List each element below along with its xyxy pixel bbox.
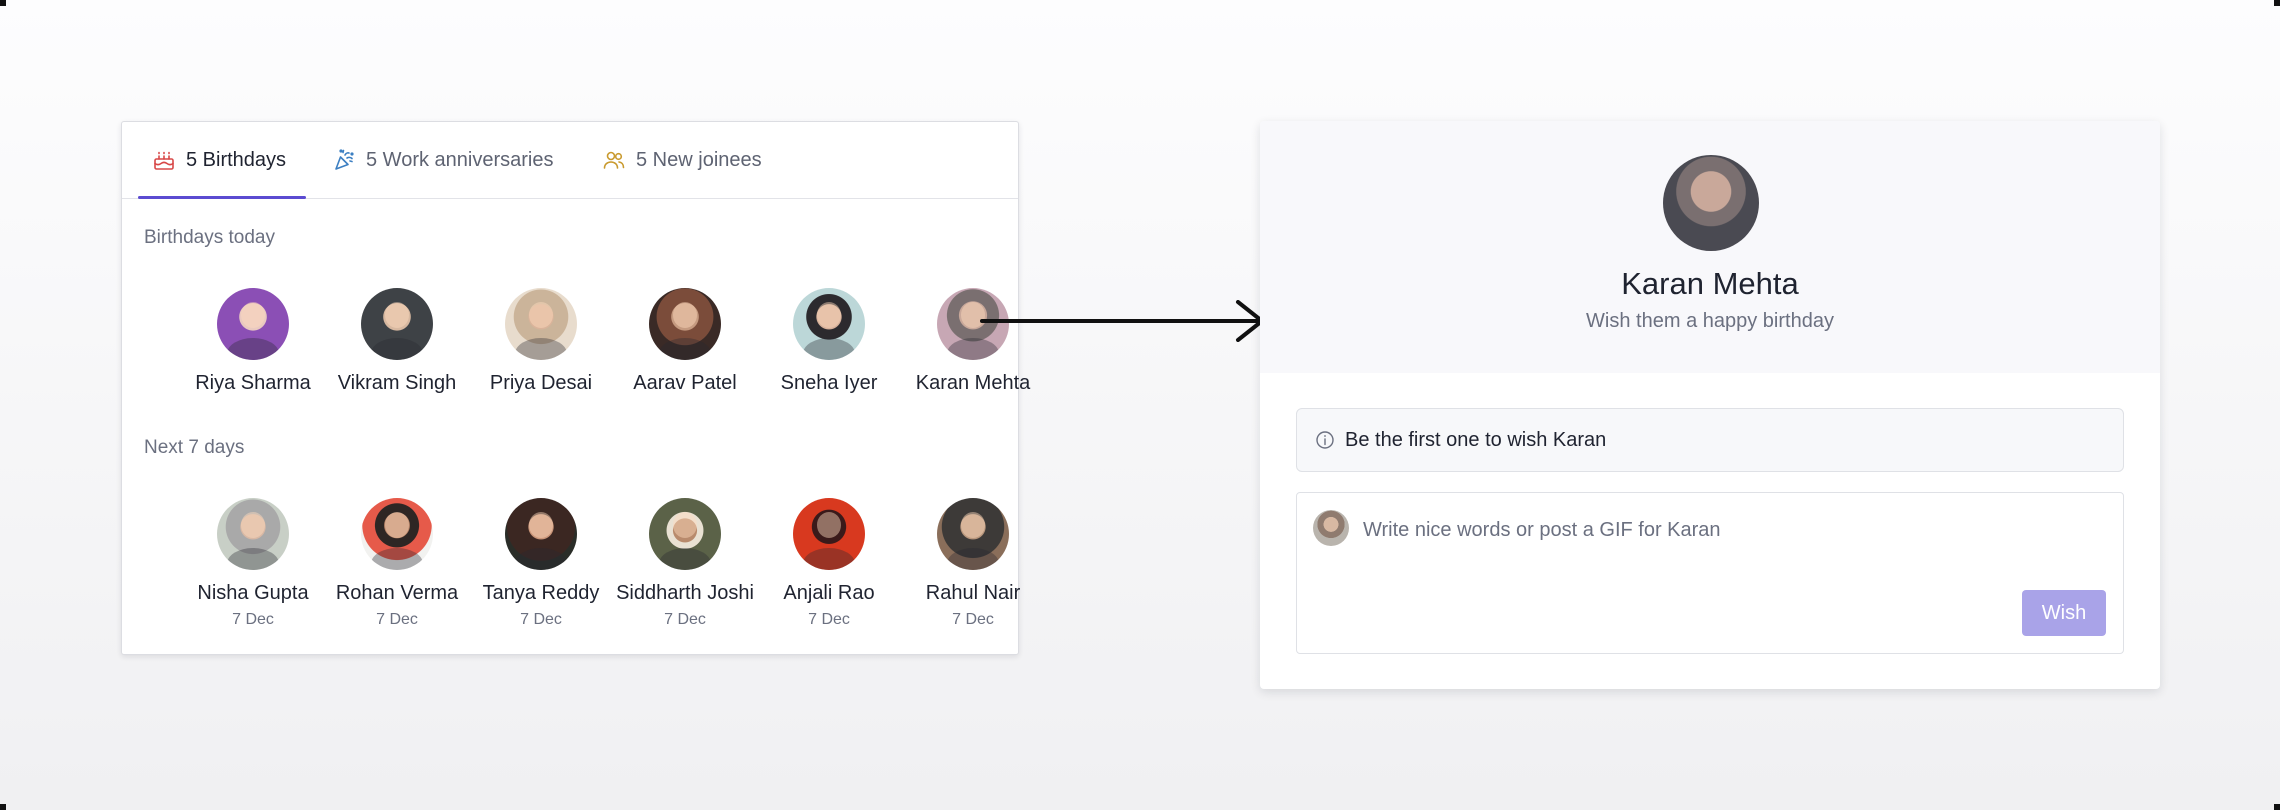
avatar (361, 288, 433, 360)
profile-subtitle: Wish them a happy birthday (1586, 310, 1834, 332)
person-name: Aarav Patel (633, 372, 737, 394)
birthday-date: 7 Dec (952, 611, 994, 628)
birthdays-today-heading: Birthdays today (144, 227, 275, 248)
person-name: Nisha Gupta (197, 582, 309, 604)
wish-message-input[interactable] (1361, 509, 2105, 551)
active-tab-indicator (138, 196, 306, 199)
person-nisha-gupta[interactable]: Nisha Gupta 7 Dec (181, 498, 325, 629)
person-name: Rahul Nair (925, 582, 1021, 604)
person-name: Siddharth Joshi (616, 582, 754, 604)
person-rohan-verma[interactable]: Rohan Verma 7 Dec (325, 498, 469, 629)
avatar (361, 498, 433, 570)
person-name: Karan Mehta (915, 372, 1031, 394)
avatar (217, 498, 289, 570)
birthday-date: 7 Dec (520, 611, 562, 628)
corner-mark (2274, 804, 2280, 810)
profile-avatar (1663, 155, 1759, 251)
avatar (649, 498, 721, 570)
birthday-date: 7 Dec (376, 611, 418, 628)
next-7-days-heading: Next 7 days (144, 437, 245, 458)
person-sneha-iyer[interactable]: Sneha Iyer (757, 288, 901, 395)
tab-birthdays[interactable]: 5 Birthdays (152, 122, 286, 198)
profile-name: Karan Mehta (1621, 266, 1799, 301)
celebrations-card: 5 Birthdays 5 Work anniversaries 5 New j… (121, 121, 1030, 655)
person-name: Priya Desai (489, 372, 593, 394)
person-name: Riya Sharma (195, 372, 311, 394)
notice-text: Be the first one to wish Karan (1345, 428, 1607, 451)
tab-work-anniversaries-label: 5 Work anniversaries (366, 148, 554, 171)
person-vikram-singh[interactable]: Vikram Singh (325, 288, 469, 395)
avatar (937, 498, 1009, 570)
person-name: Rohan Verma (335, 582, 459, 604)
tab-new-joinees[interactable]: 5 New joinees (602, 122, 762, 198)
tab-birthdays-label: 5 Birthdays (186, 148, 287, 171)
celebrations-tabs: 5 Birthdays 5 Work anniversaries 5 New j… (122, 122, 1018, 199)
birthday-date: 7 Dec (808, 611, 850, 628)
birthday-date: 7 Dec (664, 611, 706, 628)
current-user-avatar (1313, 510, 1349, 546)
person-name: Anjali Rao (783, 582, 875, 604)
flow-arrow (980, 300, 1264, 342)
corner-mark (0, 0, 6, 6)
avatar (505, 498, 577, 570)
person-aarav-patel[interactable]: Aarav Patel (613, 288, 757, 395)
corner-mark (2274, 0, 2280, 6)
tab-new-joinees-label: 5 New joinees (636, 148, 762, 171)
tab-work-anniversaries[interactable]: 5 Work anniversaries (332, 122, 553, 198)
person-siddharth-joshi[interactable]: Siddharth Joshi 7 Dec (613, 498, 757, 629)
person-riya-sharma[interactable]: Riya Sharma (181, 288, 325, 395)
avatar (793, 498, 865, 570)
birthday-date: 7 Dec (232, 611, 274, 628)
person-name: Tanya Reddy (482, 582, 600, 604)
avatar (649, 288, 721, 360)
person-name: Vikram Singh (337, 372, 457, 394)
avatar (505, 288, 577, 360)
wish-composer[interactable]: Wish (1296, 492, 2124, 654)
person-rahul-nair[interactable]: Rahul Nair 7 Dec (901, 498, 1045, 629)
person-tanya-reddy[interactable]: Tanya Reddy 7 Dec (469, 498, 613, 629)
person-name: Sneha Iyer (780, 372, 878, 394)
first-wish-notice: Be the first one to wish Karan (1296, 408, 2124, 472)
avatar (793, 288, 865, 360)
wish-button[interactable]: Wish (2022, 590, 2106, 636)
birthday-wish-panel: Karan Mehta Wish them a happy birthday B… (1260, 121, 2160, 689)
avatar (217, 288, 289, 360)
person-priya-desai[interactable]: Priya Desai (469, 288, 613, 395)
person-anjali-rao[interactable]: Anjali Rao 7 Dec (757, 498, 901, 629)
party-popper-icon (335, 149, 354, 170)
cake-icon (154, 151, 174, 170)
corner-mark (0, 804, 6, 810)
users-icon (603, 151, 625, 169)
info-icon (1316, 431, 1334, 449)
